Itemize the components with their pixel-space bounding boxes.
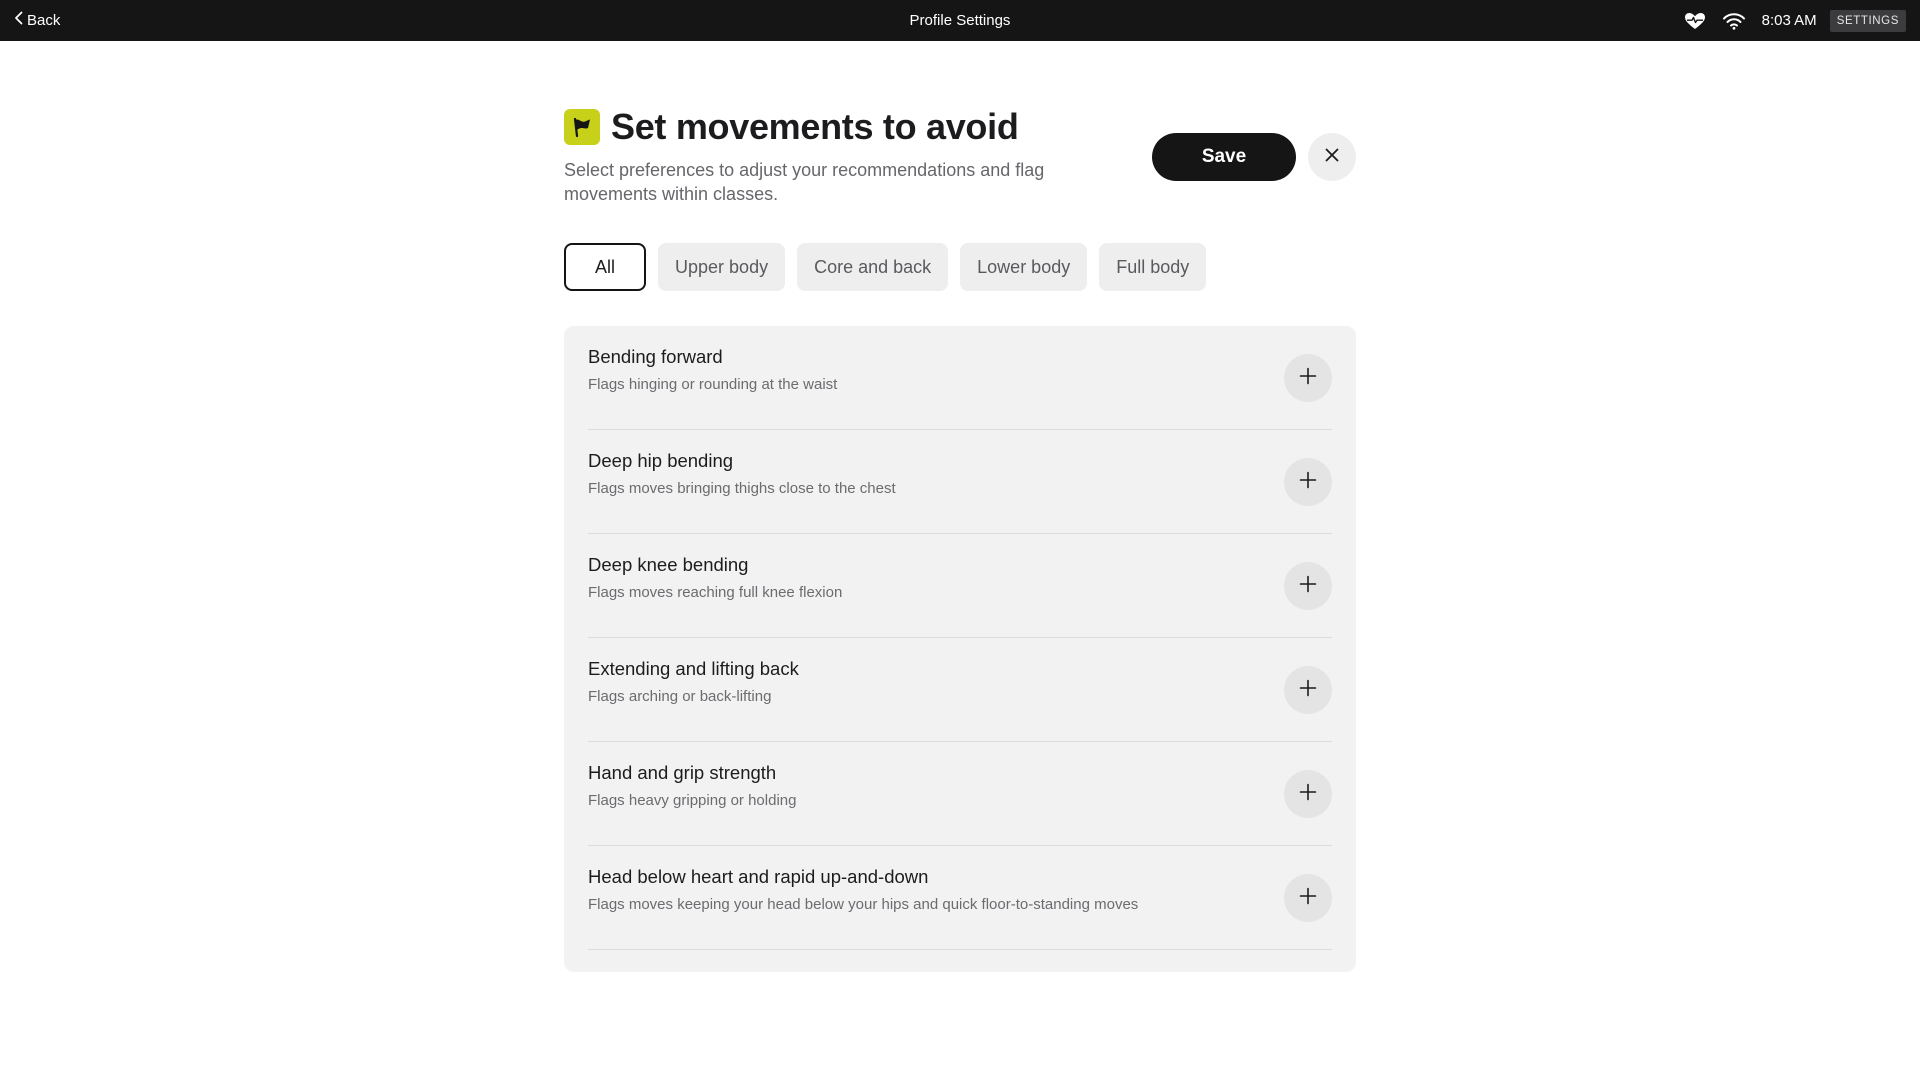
- flag-icon: [564, 109, 600, 145]
- movement-description: Flags moves bringing thighs close to the…: [588, 480, 896, 497]
- plus-icon: [1299, 887, 1317, 910]
- movement-description: Flags moves reaching full knee flexion: [588, 584, 843, 601]
- top-status-bar: Back Profile Settings 8:03 AM SETTINGS: [0, 0, 1920, 41]
- movement-title: Deep hip bending: [588, 450, 734, 471]
- filter-chip-lower-body[interactable]: Lower body: [960, 243, 1088, 291]
- filter-chip-full-body[interactable]: Full body: [1099, 243, 1207, 291]
- list-item[interactable]: Bending forward Flags hinging or roundin…: [588, 326, 1332, 430]
- movement-title: Hand and grip strength: [588, 762, 777, 783]
- filter-chip-core-and-back[interactable]: Core and back: [797, 243, 949, 291]
- clock-time: 8:03 AM: [1761, 12, 1817, 29]
- movement-description: Flags arching or back-lifting: [588, 688, 772, 705]
- close-button[interactable]: [1308, 133, 1356, 181]
- panel-header: Set movements to avoid Select preference…: [564, 106, 1356, 206]
- status-area: 8:03 AM SETTINGS: [1684, 8, 1906, 33]
- movement-list: Bending forward Flags hinging or roundin…: [564, 326, 1356, 972]
- movement-title: Deep knee bending: [588, 554, 749, 575]
- filter-chip-all[interactable]: All: [564, 243, 647, 291]
- movements-panel: Set movements to avoid Select preference…: [564, 106, 1356, 972]
- modal-subtitle: Select preferences to adjust your recomm…: [564, 160, 1045, 204]
- settings-button[interactable]: SETTINGS: [1829, 9, 1906, 32]
- list-item[interactable]: Hand and grip strength Flags heavy gripp…: [588, 742, 1332, 846]
- filter-chips: All Upper body Core and back Lower body …: [564, 243, 1218, 291]
- plus-icon: [1299, 367, 1317, 390]
- movement-title: Extending and lifting back: [588, 658, 799, 679]
- plus-icon: [1299, 471, 1317, 494]
- add-movement-button[interactable]: [1284, 354, 1332, 402]
- plus-icon: [1299, 783, 1317, 806]
- wifi-icon: [1722, 12, 1746, 30]
- list-item[interactable]: Head below heart and rapid up-and-down F…: [588, 846, 1332, 950]
- add-movement-button[interactable]: [1284, 562, 1332, 610]
- list-item[interactable]: Deep knee bending Flags moves reaching f…: [588, 534, 1332, 638]
- modal-title: Set movements to avoid: [611, 106, 1019, 147]
- add-movement-button[interactable]: [1284, 770, 1332, 818]
- movement-description: Flags moves keeping your head below your…: [588, 896, 1139, 913]
- movement-description: Flags hinging or rounding at the waist: [588, 376, 838, 393]
- movement-title: Head below heart and rapid up-and-down: [588, 866, 929, 887]
- add-movement-button[interactable]: [1284, 666, 1332, 714]
- plus-icon: [1299, 575, 1317, 598]
- add-movement-button[interactable]: [1284, 458, 1332, 506]
- movement-description: Flags heavy gripping or holding: [588, 792, 797, 809]
- filter-chip-upper-body[interactable]: Upper body: [658, 243, 786, 291]
- plus-icon: [1299, 679, 1317, 702]
- save-button[interactable]: Save: [1152, 133, 1296, 181]
- movement-title: Bending forward: [588, 346, 723, 367]
- list-item[interactable]: Extending and lifting back Flags arching…: [588, 638, 1332, 742]
- page-title: Profile Settings: [909, 12, 1011, 29]
- add-movement-button[interactable]: [1284, 874, 1332, 922]
- list-item[interactable]: Deep hip bending Flags moves bringing th…: [588, 430, 1332, 534]
- close-icon: [1325, 148, 1339, 167]
- heart-rate-icon: [1684, 12, 1706, 30]
